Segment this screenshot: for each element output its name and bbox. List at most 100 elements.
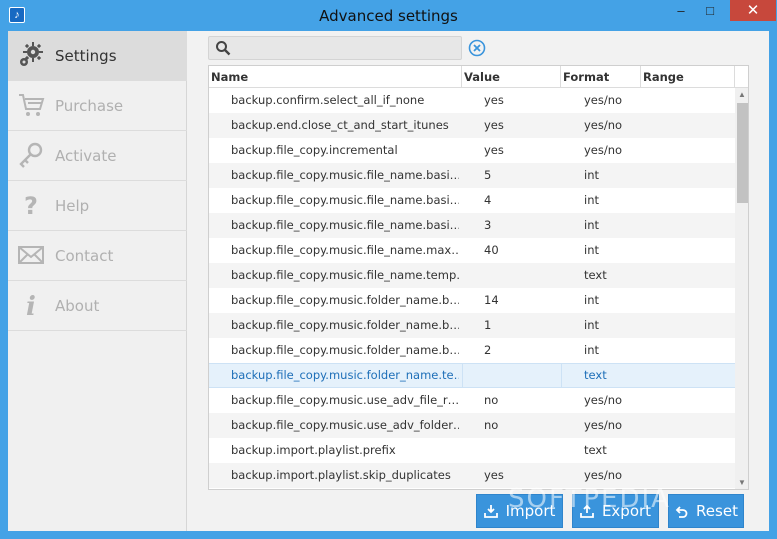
sidebar-item-label: About <box>55 297 100 315</box>
table-row[interactable]: backup.file_copy.music.folder_name.te… te… <box>209 363 735 388</box>
cell-separator <box>561 364 562 387</box>
cell-name: backup.confirm.select_all_if_none <box>231 93 425 107</box>
sidebar-item-activate[interactable]: Activate <box>8 131 187 181</box>
sidebar-item-help[interactable]: ? Help <box>8 181 187 231</box>
cell-format: text <box>584 268 607 282</box>
main-panel: Name Value Format Range backup.confirm.s… <box>188 31 769 531</box>
cell-format: int <box>584 293 599 307</box>
clear-search-icon[interactable] <box>468 39 486 57</box>
column-header-name[interactable]: Name <box>209 66 462 88</box>
cell-format: yes/no <box>584 468 623 482</box>
sidebar-item-label: Contact <box>55 247 114 265</box>
client-area: Settings Purchase Activate ? Help Contac… <box>8 31 769 531</box>
minimize-button[interactable]: – <box>668 0 694 21</box>
table-row[interactable]: backup.import.playlist.prefix text <box>209 438 735 463</box>
undo-icon <box>674 504 688 518</box>
table-row[interactable]: backup.import.playlist.skip_duplicates ye… <box>209 463 735 488</box>
table-row[interactable]: backup.file_copy.music.file_name.max… 40 i… <box>209 238 735 263</box>
cell-name: backup.file_copy.music.folder_name.b… <box>231 293 459 307</box>
import-button-label: Import <box>505 502 556 520</box>
sidebar-item-label: Activate <box>55 147 117 165</box>
cell-value: yes <box>484 118 504 132</box>
table-row[interactable]: backup.end.close_ct_and_start_itunes yes y… <box>209 113 735 138</box>
cell-format: yes/no <box>584 393 623 407</box>
cell-name: backup.file_copy.music.file_name.temp… <box>231 268 459 282</box>
table-row[interactable]: backup.file_copy.incremental yes yes/no <box>209 138 735 163</box>
table-row[interactable]: backup.file_copy.music.file_name.basi… 3 i… <box>209 213 735 238</box>
cell-name: backup.file_copy.music.file_name.basi… <box>231 168 459 182</box>
cell-value: no <box>484 393 499 407</box>
cell-value: 5 <box>484 168 492 182</box>
cell-value: 40 <box>484 243 499 257</box>
cell-name: backup.import.playlist.prefix <box>231 443 396 457</box>
cell-name: backup.file_copy.music.use_adv_file_r… <box>231 393 459 407</box>
cart-icon <box>16 90 46 120</box>
table-row[interactable]: backup.file_copy.music.folder_name.b… 1 in… <box>209 313 735 338</box>
envelope-icon <box>16 240 46 270</box>
table-row[interactable]: backup.file_copy.music.use_adv_file_r… no… <box>209 388 735 413</box>
table-header: Name Value Format Range <box>209 66 748 88</box>
cell-value: no <box>484 418 499 432</box>
sidebar-item-label: Settings <box>55 47 117 65</box>
key-icon <box>16 140 46 170</box>
table-row[interactable]: backup.file_copy.music.file_name.basi… 5 i… <box>209 163 735 188</box>
gear-icon <box>16 40 46 70</box>
cell-name: backup.file_copy.music.file_name.basi… <box>231 193 459 207</box>
search-input[interactable] <box>237 39 457 57</box>
cell-format: int <box>584 318 599 332</box>
table-row[interactable]: backup.file_copy.music.use_adv_folder… no… <box>209 413 735 438</box>
svg-text:i: i <box>26 292 36 319</box>
sidebar-item-label: Help <box>55 197 90 215</box>
sidebar-item-purchase[interactable]: Purchase <box>8 81 187 131</box>
cell-name: backup.end.close_ct_and_start_itunes <box>231 118 449 132</box>
export-button-label: Export <box>601 502 652 520</box>
import-button[interactable]: Import <box>476 494 563 528</box>
title-bar[interactable]: ♪ Advanced settings – □ ✕ <box>0 0 777 31</box>
table-row[interactable]: backup.confirm.select_all_if_none yes yes/… <box>209 88 735 113</box>
cell-separator <box>462 364 463 387</box>
scrollbar-thumb[interactable] <box>737 103 748 203</box>
vertical-scrollbar[interactable]: ▲ ▼ <box>735 88 748 489</box>
info-icon: i <box>16 290 46 320</box>
cell-format: yes/no <box>584 93 623 107</box>
table-row[interactable]: backup.file_copy.music.folder_name.b… 14 i… <box>209 288 735 313</box>
cell-value: 2 <box>484 343 492 357</box>
table-row[interactable]: backup.file_copy.music.folder_name.b… 2 in… <box>209 338 735 363</box>
reset-button[interactable]: Reset <box>668 494 744 528</box>
sidebar-item-label: Purchase <box>55 97 124 115</box>
cell-value: 3 <box>484 218 492 232</box>
sidebar: Settings Purchase Activate ? Help Contac… <box>8 31 187 531</box>
sidebar-item-about[interactable]: i About <box>8 281 187 331</box>
table-row[interactable]: backup.file_copy.music.file_name.temp… te… <box>209 263 735 288</box>
cell-format: int <box>584 243 599 257</box>
cell-value: yes <box>484 143 504 157</box>
cell-format: yes/no <box>584 118 623 132</box>
cell-name: backup.file_copy.music.use_adv_folder… <box>231 418 459 432</box>
close-button[interactable]: ✕ <box>730 0 776 21</box>
sidebar-item-settings[interactable]: Settings <box>8 31 187 81</box>
cell-value: 1 <box>484 318 492 332</box>
search-box[interactable] <box>208 36 462 60</box>
cell-name: backup.file_copy.music.folder_name.te… <box>231 368 459 382</box>
cell-format: yes/no <box>584 143 623 157</box>
sidebar-item-contact[interactable]: Contact <box>8 231 187 281</box>
column-header-range[interactable]: Range <box>641 66 735 88</box>
scroll-up-arrow-icon[interactable]: ▲ <box>735 88 748 102</box>
cell-name: backup.import.playlist.skip_duplicates <box>231 468 451 482</box>
svg-text:?: ? <box>24 192 38 219</box>
export-icon <box>580 504 594 518</box>
window-title: Advanced settings <box>319 7 458 25</box>
scroll-down-arrow-icon[interactable]: ▼ <box>735 476 748 489</box>
column-header-format[interactable]: Format <box>561 66 641 88</box>
maximize-button[interactable]: □ <box>697 0 723 21</box>
cell-value: yes <box>484 468 504 482</box>
import-icon <box>483 504 498 518</box>
cell-format: text <box>584 443 607 457</box>
cell-value: 4 <box>484 193 492 207</box>
cell-name: backup.file_copy.music.file_name.max… <box>231 243 459 257</box>
reset-button-label: Reset <box>696 502 738 520</box>
column-header-value[interactable]: Value <box>462 66 561 88</box>
table-row[interactable]: backup.file_copy.music.file_name.basi… 4 i… <box>209 188 735 213</box>
cell-format: int <box>584 343 599 357</box>
export-button[interactable]: Export <box>572 494 659 528</box>
